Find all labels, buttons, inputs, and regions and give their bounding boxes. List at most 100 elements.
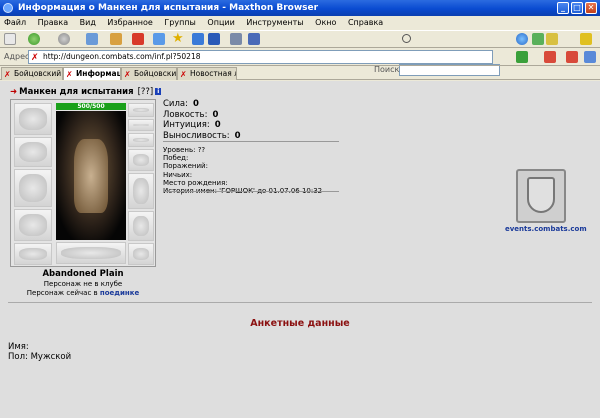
menu-file[interactable]: Файл — [4, 18, 26, 27]
info-row: Ничьих: — [163, 170, 193, 179]
profile-section-title: Анкетные данные — [250, 318, 350, 329]
shield-slot[interactable] — [128, 173, 154, 209]
armor-slot[interactable] — [14, 209, 52, 241]
private-arrow-icon[interactable]: ➜ — [10, 87, 17, 97]
divider — [163, 191, 339, 192]
character-name: Манкен для испытания — [19, 87, 134, 97]
stat-row: Ловкость: 0 — [163, 109, 219, 120]
info-row: Уровень: ?? — [163, 146, 206, 154]
duel-status: Персонаж сейчас в поединке — [26, 289, 140, 297]
groups-icon[interactable] — [192, 33, 204, 45]
tab-favicon: ✗ — [66, 70, 73, 79]
gloves-slot[interactable] — [128, 149, 154, 171]
search-options-icon[interactable] — [532, 33, 544, 45]
club-status: Персонаж не в клубе — [43, 280, 123, 288]
menu-help[interactable]: Справка — [348, 18, 383, 27]
tab-info[interactable]: ✗Информац... — [63, 67, 121, 80]
refresh-icon[interactable] — [110, 33, 122, 45]
divider — [163, 141, 339, 142]
close-all-icon[interactable] — [566, 51, 578, 63]
equipment-panel: 500/500 — [10, 99, 156, 267]
stat-row: Сила: 0 — [163, 99, 199, 109]
highlight-icon[interactable] — [546, 33, 558, 45]
info-list: Уровень: ?? Побед: Поражений: Ничьих: Ме… — [163, 146, 322, 195]
stop-icon[interactable] — [132, 33, 144, 45]
weapon-slot[interactable] — [14, 169, 52, 207]
undo-icon[interactable] — [208, 33, 220, 45]
window-title-bar: Информация о Манкен для испытания - Maxt… — [0, 0, 600, 16]
character-location: Abandoned Plain — [42, 269, 124, 279]
leggings-slot[interactable] — [128, 211, 154, 241]
shield-icon — [527, 177, 555, 213]
menu-view[interactable]: Вид — [80, 18, 96, 27]
tab-news[interactable]: ✗Новостная л... — [177, 67, 237, 80]
stat-row: Выносливость: 0 — [163, 130, 241, 141]
site-favicon: ✗ — [31, 53, 39, 63]
maxthon-app-icon — [3, 3, 13, 13]
tab-favicon: ✗ — [124, 70, 131, 79]
menu-edit[interactable]: Правка — [38, 18, 68, 27]
page-content: ➜ Манкен для испытания [??] i 500/500 Aband… — [0, 81, 600, 418]
view-icon[interactable] — [248, 33, 260, 45]
menu-tools[interactable]: Инструменты — [246, 18, 303, 27]
earring-slot[interactable] — [128, 103, 154, 117]
belt-slot[interactable] — [14, 243, 52, 265]
rings-slot[interactable] — [128, 133, 154, 147]
character-portrait — [56, 111, 126, 240]
mounts-slot[interactable] — [56, 242, 126, 264]
tab-options-icon[interactable] — [584, 51, 596, 63]
character-header: ➜ Манкен для испытания [??] i — [10, 87, 162, 97]
character-figure — [74, 139, 108, 213]
stats-list: Сила: 0 Ловкость: 0 Интуиция: 0 Выносливост… — [163, 99, 241, 141]
menu-bar: Файл Правка Вид Избранное Группы Опции И… — [0, 16, 600, 30]
window-title: Информация о Манкен для испытания - Maxt… — [18, 3, 319, 13]
tab-combats-1[interactable]: ✗Бойцовский ... — [1, 67, 63, 80]
profile-name-row: Имя: — [8, 342, 29, 352]
back-icon[interactable] — [28, 33, 40, 45]
maximize-icon[interactable]: □ — [571, 2, 583, 14]
close-tab-icon[interactable] — [544, 51, 556, 63]
tab-favicon: ✗ — [180, 70, 187, 79]
web-search-icon[interactable] — [516, 33, 528, 45]
address-bar: Адрес ✗ http://dungeon.combats.com/inf.p… — [0, 48, 600, 66]
helmet-slot[interactable] — [14, 103, 52, 135]
profile-details: Имя: Пол: Мужской — [8, 342, 71, 362]
events-emblem-icon[interactable] — [516, 169, 566, 223]
info-icon[interactable]: i — [155, 88, 162, 95]
bracer-slot[interactable] — [14, 137, 52, 167]
tab-combats-2[interactable]: ✗Бойцовский ... — [121, 67, 177, 80]
stat-row: Интуиция: 0 — [163, 120, 221, 130]
tab-strip: ✗Бойцовский ... ✗Информац... ✗Бойцовский… — [0, 66, 600, 80]
close-icon[interactable]: ✕ — [585, 2, 597, 14]
menu-options[interactable]: Опции — [207, 18, 234, 27]
menu-window[interactable]: Окно — [315, 18, 336, 27]
restore-icon[interactable] — [153, 33, 165, 45]
forward-icon[interactable] — [58, 33, 70, 45]
section-divider — [8, 302, 592, 303]
home-icon[interactable] — [86, 33, 98, 45]
profile-gender-row: Пол: Мужской — [8, 352, 72, 362]
hp-bar: 500/500 — [56, 103, 126, 110]
minimize-icon[interactable]: _ — [557, 2, 569, 14]
menu-favorites[interactable]: Избранное — [107, 18, 152, 27]
address-label: Адрес — [4, 52, 30, 61]
help-marker[interactable]: [??] — [138, 87, 154, 97]
duel-link[interactable]: поединке — [100, 289, 139, 297]
menu-groups[interactable]: Группы — [164, 18, 195, 27]
layout-icon[interactable] — [230, 33, 242, 45]
events-link[interactable]: events.combats.com — [505, 225, 587, 233]
address-url: http://dungeon.combats.com/inf.pl?50218 — [43, 52, 201, 61]
new-page-icon[interactable] — [4, 33, 16, 45]
address-input[interactable]: ✗ http://dungeon.combats.com/inf.pl?5021… — [28, 50, 493, 64]
go-icon[interactable] — [516, 51, 528, 63]
plugin-icon[interactable] — [580, 33, 592, 45]
info-row: Место рождения: — [163, 178, 228, 187]
search-icon — [402, 34, 411, 43]
info-row: Поражений: — [163, 162, 208, 171]
info-row: Побед: — [163, 154, 189, 163]
navigation-toolbar: ★ Поиск: — [0, 30, 600, 76]
favorites-star-icon[interactable]: ★ — [172, 32, 184, 45]
amulet-slot[interactable] — [128, 119, 154, 131]
tab-favicon: ✗ — [4, 70, 11, 79]
boots-slot[interactable] — [128, 243, 154, 265]
